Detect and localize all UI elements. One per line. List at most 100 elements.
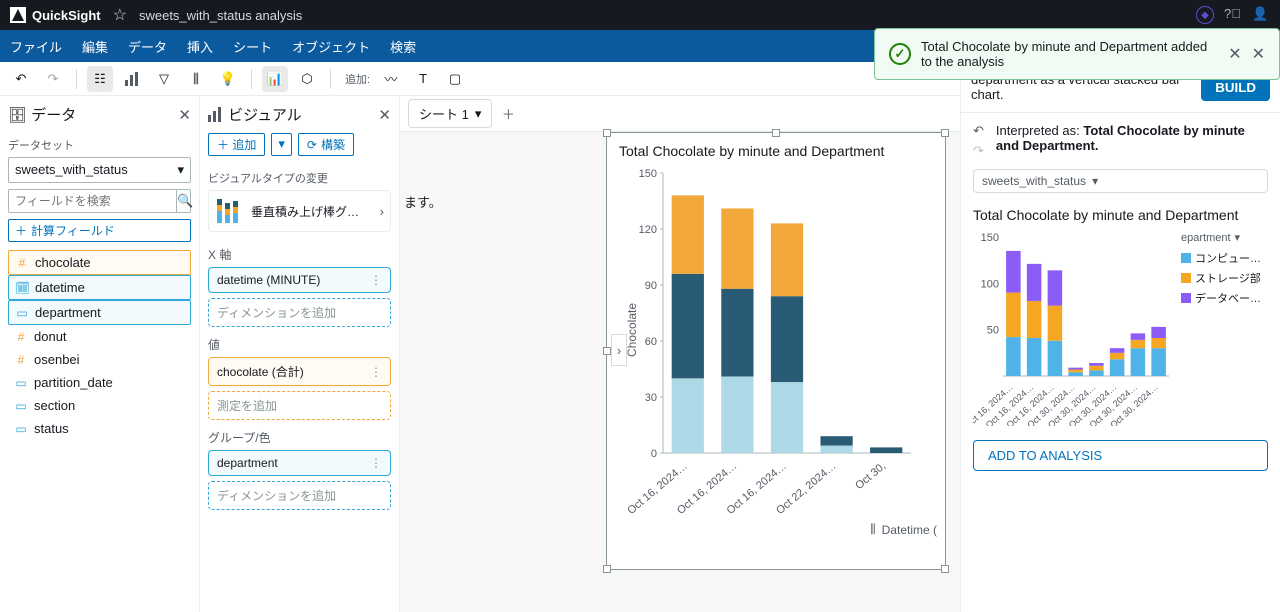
num-type-icon: # (14, 330, 28, 344)
add-label: 追加: (345, 71, 370, 87)
assistant-icon[interactable]: ◆ (1196, 6, 1214, 24)
svg-text:100: 100 (981, 278, 999, 290)
dataset-label: データセット (8, 137, 191, 153)
chart-icon[interactable]: 📊 (262, 66, 288, 92)
legend-item[interactable]: データベー… (1181, 290, 1261, 306)
chevron-down-icon[interactable]: ▾ (475, 106, 482, 122)
add-text-icon[interactable]: T (410, 66, 436, 92)
help-icon[interactable]: ?⃝ (1224, 6, 1242, 24)
field-section[interactable]: ▭section (8, 394, 191, 417)
success-toast: ✓ Total Chocolate by minute and Departme… (874, 28, 1280, 80)
parameter-icon[interactable]: ⫼ (183, 66, 209, 92)
svg-text:150: 150 (981, 232, 999, 244)
cat-type-icon: ▭ (14, 376, 28, 390)
search-icon[interactable]: 🔍 (176, 190, 193, 212)
add-image-icon[interactable]: ▢ (442, 66, 468, 92)
visual-panel-close-icon[interactable]: ✕ (378, 106, 391, 124)
x-axis-placeholder[interactable]: ディメンションを追加 (208, 298, 391, 327)
field-status[interactable]: ▭status (8, 417, 191, 440)
dataset-chip[interactable]: sweets_with_status▾ (973, 169, 1268, 193)
mini-chart-title: Total Chocolate by minute and Department (961, 203, 1280, 231)
legend-header[interactable]: epartment ▾ (1181, 231, 1261, 244)
chevron-down-icon: ▾ (1092, 174, 1098, 188)
menu-insert[interactable]: 挿入 (187, 37, 213, 56)
filter-icon[interactable]: ▽ (151, 66, 177, 92)
value-placeholder[interactable]: 測定を追加 (208, 391, 391, 420)
num-type-icon: # (15, 256, 29, 270)
field-chocolate[interactable]: #chocolate (8, 250, 191, 275)
data-panel-close-icon[interactable]: ✕ (178, 106, 191, 124)
svg-text:90: 90 (645, 280, 657, 292)
app-logo[interactable]: QuickSight (10, 7, 101, 23)
legend-icon[interactable]: ⫼ (870, 522, 876, 537)
chevron-right-icon: › (380, 204, 384, 219)
shape-icon[interactable]: ⬡ (294, 66, 320, 92)
visual-type-selector[interactable]: 垂直積み上げ棒グ… › (208, 190, 391, 232)
value-pill[interactable]: chocolate (合計)⋮ (208, 357, 391, 386)
legend-item[interactable]: コンピュー… (1181, 250, 1261, 266)
check-icon: ✓ (889, 43, 911, 65)
menu-search[interactable]: 検索 (390, 37, 416, 56)
redo-button[interactable]: ↷ (40, 66, 66, 92)
visual-build-button[interactable]: ⟳ 構築 (298, 133, 354, 156)
legend-item[interactable]: ストレージ部 (1181, 270, 1261, 286)
num-type-icon: # (14, 353, 28, 367)
redo-icon[interactable]: ↷ (973, 143, 984, 159)
menu-object[interactable]: オブジェクト (292, 37, 370, 56)
user-icon[interactable]: 👤 (1252, 6, 1270, 24)
cat-type-icon: ▭ (14, 399, 28, 413)
truncated-text-fragment: ます。 (404, 192, 442, 211)
titlebar: QuickSight ☆ sweets_with_status analysis… (0, 0, 1280, 30)
visual-add-button[interactable]: ＋ 追加 (208, 133, 265, 156)
menu-file[interactable]: ファイル (10, 37, 62, 56)
menu-edit[interactable]: 編集 (82, 37, 108, 56)
add-sheet-button[interactable]: ＋ (496, 102, 520, 126)
undo-button[interactable]: ↶ (8, 66, 34, 92)
field-partition_date[interactable]: ▭partition_date (8, 371, 191, 394)
field-datetime[interactable]: 🗓datetime (8, 275, 191, 300)
x-axis-pill[interactable]: datetime (MINUTE)⋮ (208, 267, 391, 293)
field-department[interactable]: ▭department (8, 300, 191, 325)
database-icon: 🗄 (8, 106, 27, 124)
group-pill[interactable]: department⋮ (208, 450, 391, 476)
menu-sheet[interactable]: シート (233, 37, 272, 56)
field-donut[interactable]: #donut (8, 325, 191, 348)
mini-legend: epartment ▾ コンピュー… ストレージ部データベー… (1181, 231, 1261, 426)
sheet-tab-1[interactable]: シート 1▾ (408, 99, 492, 128)
svg-text:60: 60 (645, 336, 657, 348)
date-type-icon: 🗓 (15, 281, 29, 295)
analysis-title: sweets_with_status analysis (139, 8, 302, 23)
chart-svg: 0306090120150Oct 16, 2024…Oct 16, 2024…O… (611, 163, 921, 523)
insight-icon[interactable]: 💡 (215, 66, 241, 92)
builder-panel: department as a vertical stacked bar cha… (960, 62, 1280, 612)
star-icon[interactable]: ☆ (113, 5, 127, 25)
chart-title: Total Chocolate by minute and Department (607, 133, 945, 163)
y-axis-label: Chocolate (625, 303, 639, 357)
dataset-select[interactable]: sweets_with_status▾ (8, 157, 191, 183)
group-label: グループ/色 (208, 429, 391, 446)
visual-type-section: ビジュアルタイプの変更 (208, 170, 391, 186)
visual-panel: ビジュアル ✕ ＋ 追加 ▾ ⟳ 構築 ビジュアルタイプの変更 垂直積み上げ棒グ… (200, 96, 400, 612)
field-search[interactable]: 🔍 (8, 189, 191, 213)
svg-text:0: 0 (651, 448, 657, 460)
svg-text:Oct 30,: Oct 30, (853, 460, 888, 492)
cat-type-icon: ▭ (14, 422, 28, 436)
group-placeholder[interactable]: ディメンションを追加 (208, 481, 391, 510)
undo-icon[interactable]: ↶ (973, 123, 984, 139)
menu-data[interactable]: データ (128, 37, 167, 56)
visual-add-caret[interactable]: ▾ (271, 133, 292, 156)
add-to-analysis-button[interactable]: ADD TO ANALYSIS (973, 440, 1268, 471)
x-axis-label: X 軸 (208, 246, 391, 263)
data-panel-toggle[interactable]: ☷ (87, 66, 113, 92)
interpretation-text: Interpreted as: Total Chocolate by minut… (996, 123, 1268, 159)
add-line-icon[interactable]: 〰 (378, 66, 404, 92)
value-label: 値 (208, 336, 391, 353)
visual-panel-toggle[interactable] (119, 66, 145, 92)
field-search-input[interactable] (9, 190, 176, 212)
svg-text:30: 30 (645, 392, 657, 404)
chart-visual[interactable]: Total Chocolate by minute and Department… (606, 132, 946, 570)
calc-field-button[interactable]: ＋計算フィールド (8, 219, 191, 242)
toast-close2-icon[interactable]: ✕ (1252, 44, 1265, 64)
field-osenbei[interactable]: #osenbei (8, 348, 191, 371)
toast-close-icon[interactable]: ✕ (1228, 44, 1241, 64)
